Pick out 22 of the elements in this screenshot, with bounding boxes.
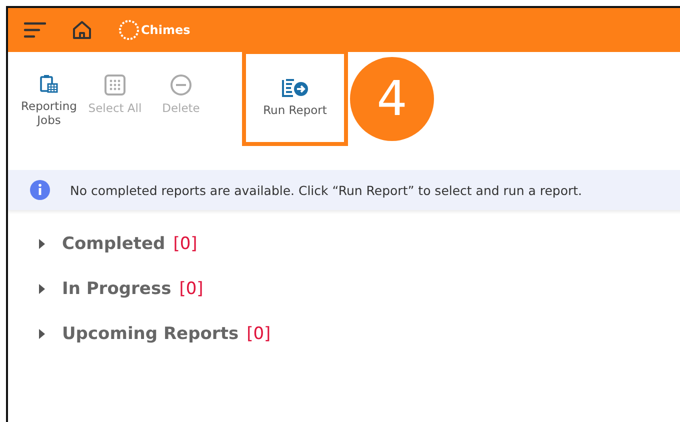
- info-icon: [30, 180, 50, 200]
- section-count: [0]: [246, 324, 271, 344]
- expand-caret-icon[interactable]: [38, 328, 46, 340]
- info-message: No completed reports are available. Click “Run Report” to select and run a report.: [70, 182, 582, 198]
- home-icon[interactable]: [72, 20, 92, 40]
- section-title[interactable]: In Progress: [62, 279, 172, 299]
- sun-icon: [118, 19, 140, 41]
- minus-circle-icon: [170, 74, 192, 96]
- section-title[interactable]: Completed: [62, 234, 166, 254]
- step-number-badge: 4: [350, 57, 434, 141]
- toolbar-button[interactable]: Reporting Jobs: [18, 74, 80, 128]
- section-title[interactable]: Upcoming Reports: [62, 324, 239, 344]
- toolbar-button[interactable]: Run Report: [242, 50, 348, 146]
- run-report-icon: [281, 78, 309, 98]
- section-count: [0]: [173, 234, 198, 254]
- expand-caret-icon[interactable]: [38, 238, 46, 250]
- logo-text: Chimes: [141, 23, 190, 37]
- clipboard-icon: [39, 74, 59, 94]
- menu-icon[interactable]: [24, 22, 46, 38]
- section-count: [0]: [179, 279, 204, 299]
- expand-caret-icon[interactable]: [38, 283, 46, 295]
- grid-icon: [104, 74, 126, 96]
